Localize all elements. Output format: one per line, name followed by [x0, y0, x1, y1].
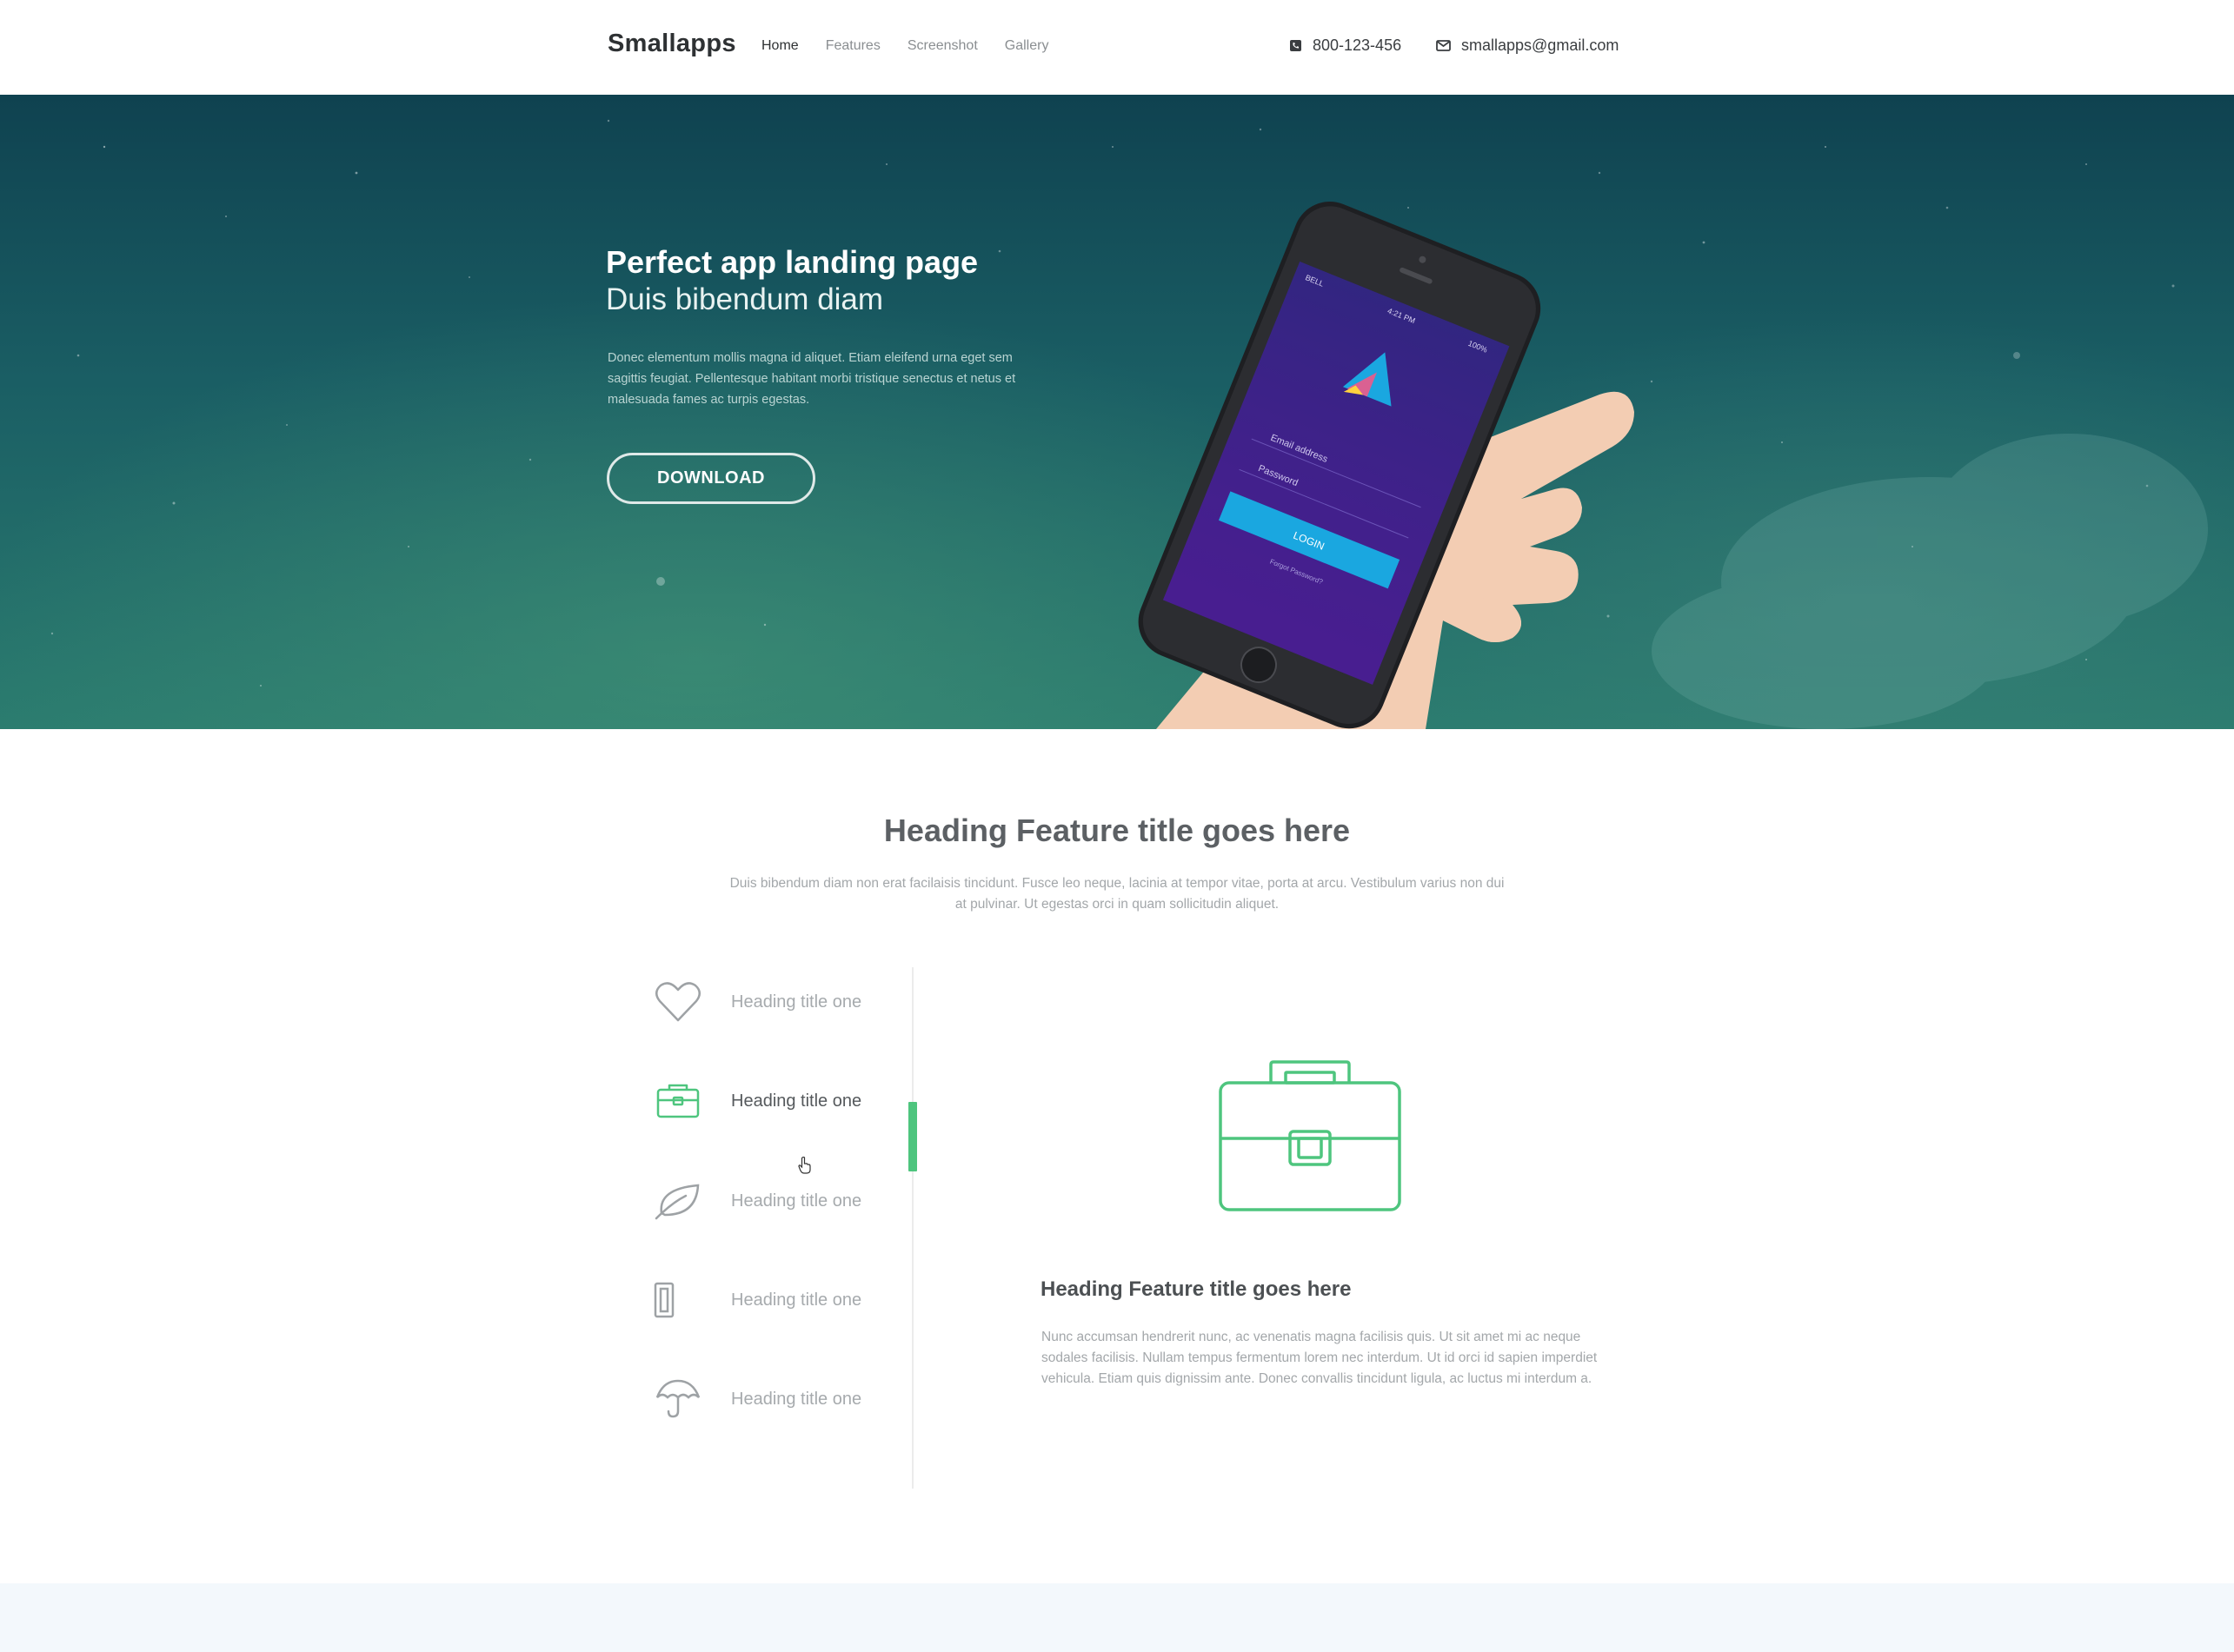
feature-tab-4[interactable]: Heading title one [626, 1265, 913, 1335]
top-navbar: Smallapps Home Features Screenshot Galle… [0, 0, 2234, 95]
feature-tab-label: Heading title one [731, 1389, 862, 1409]
feature-tab-2[interactable]: Heading title one [626, 1066, 913, 1136]
feature-detail-text: Nunc accumsan hendrerit nunc, ac venenat… [1041, 1330, 1598, 1386]
feature-tab-label: Heading title one [731, 992, 862, 1012]
phone-number: 800-123-456 [1313, 36, 1402, 54]
toolbox-feature-icon [1219, 1060, 1401, 1211]
umbrella-icon [639, 1378, 717, 1420]
next-section-band [0, 1583, 2234, 1652]
phone-icon [639, 1281, 717, 1319]
contact-phone[interactable]: 800-123-456 [1289, 36, 1401, 55]
feature-tab-label: Heading title one [731, 1191, 862, 1211]
feature-tab-label: Heading title one [731, 1091, 862, 1111]
contact-email[interactable]: smallapps@gmail.com [1436, 36, 1619, 55]
feature-tab-label: Heading title one [731, 1290, 862, 1310]
hand-cursor-icon [798, 1157, 811, 1174]
email-address: smallapps@gmail.com [1461, 36, 1619, 54]
feature-detail-title: Heading Feature title goes here [1041, 1277, 1352, 1301]
tab-divider [912, 967, 914, 1489]
features-description: Duis bibendum diam non erat facilaisis t… [729, 876, 1505, 912]
features-heading: Heading Feature title goes here [883, 813, 1351, 848]
heart-icon [639, 980, 717, 1024]
hand-holding-phone-illustration: BELL 4:21 PM 100% Email address Password… [1138, 202, 1634, 729]
nav-features[interactable]: Features [826, 38, 881, 54]
main-nav: Home Features Screenshot Gallery [761, 38, 1075, 54]
feature-tab-list: Heading title one Heading title one Head… [626, 967, 913, 1489]
toolbox-icon [639, 1083, 717, 1119]
phone-icon [1290, 40, 1301, 51]
nav-gallery[interactable]: Gallery [1005, 38, 1049, 54]
feature-tab-3[interactable]: Heading title one [626, 1166, 913, 1236]
leaf-icon [639, 1182, 717, 1220]
feature-tab-5[interactable]: Heading title one [626, 1364, 913, 1434]
brand-logo[interactable]: Smallapps [608, 30, 736, 58]
hero-subtitle: Duis bibendum diam [606, 282, 884, 316]
nav-screenshot[interactable]: Screenshot [908, 38, 978, 54]
download-button[interactable]: DOWNLOAD [607, 453, 815, 504]
feature-tab-1[interactable]: Heading title one [626, 967, 913, 1037]
nav-home[interactable]: Home [761, 38, 799, 54]
active-tab-indicator [908, 1102, 917, 1171]
envelope-icon [1436, 40, 1451, 51]
hero-section: Perfect app landing page Duis bibendum d… [0, 95, 2234, 729]
